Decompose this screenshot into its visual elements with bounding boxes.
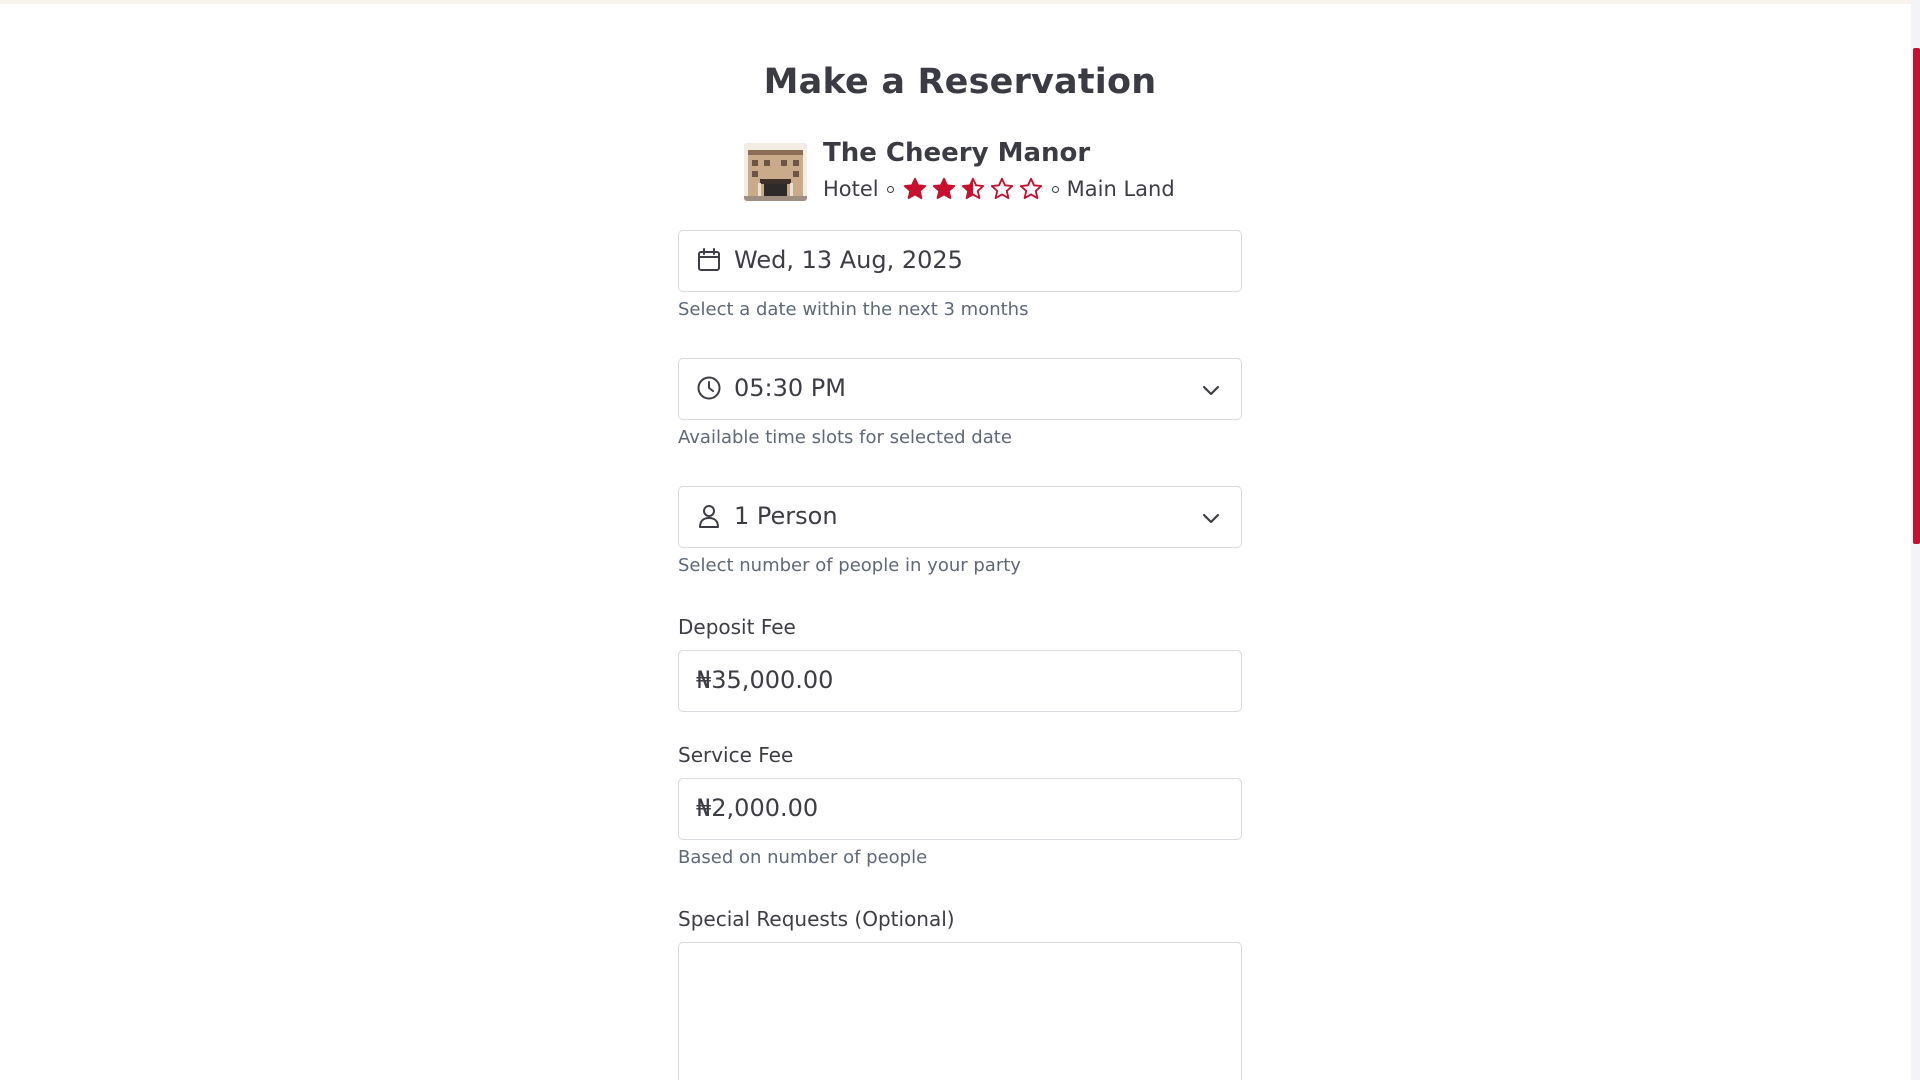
reservation-page: Make a Reservation The Cheery Manor Hote… <box>0 0 1920 1080</box>
venue-location: Main Land <box>1066 177 1175 201</box>
service-fee-field: ₦2,000.00 <box>678 778 1242 840</box>
deposit-fee-value: ₦35,000.00 <box>696 666 834 694</box>
venue-name: The Cheery Manor <box>823 138 1091 168</box>
party-helper-text: Select number of people in your party <box>678 555 1021 576</box>
star-half-icon <box>961 177 984 200</box>
party-size-value: 1 Person <box>734 502 838 530</box>
star-empty-icon <box>990 177 1013 200</box>
venue-type: Hotel <box>823 177 879 201</box>
service-fee-helper-text: Based on number of people <box>678 847 928 868</box>
venue-photo <box>744 143 807 201</box>
venue-meta: Hotel Main Land <box>823 176 1175 202</box>
deposit-fee-field: ₦35,000.00 <box>678 650 1242 712</box>
deposit-fee-label: Deposit Fee <box>678 615 796 639</box>
date-value: Wed, 13 Aug, 2025 <box>734 246 963 274</box>
clock-icon <box>697 376 721 400</box>
star-empty-icon <box>1019 177 1042 200</box>
party-size-select[interactable]: 1 Person <box>678 486 1242 548</box>
special-requests-label: Special Requests (Optional) <box>678 907 955 931</box>
chevron-down-icon <box>1202 385 1220 396</box>
time-select[interactable]: 05:30 PM <box>678 358 1242 420</box>
separator-dot <box>1051 185 1059 193</box>
date-helper-text: Select a date within the next 3 months <box>678 299 1029 320</box>
top-strip <box>0 0 1920 4</box>
person-icon <box>699 505 719 528</box>
date-picker-field[interactable]: Wed, 13 Aug, 2025 <box>678 230 1242 292</box>
scrollbar-thumb[interactable] <box>1913 48 1920 544</box>
star-rating <box>902 176 1044 202</box>
star-filled-icon <box>932 177 955 200</box>
time-helper-text: Available time slots for selected date <box>678 427 1012 448</box>
calendar-icon <box>698 248 720 271</box>
venue-summary: The Cheery Manor Hotel Main Land <box>744 138 1204 208</box>
page-title: Make a Reservation <box>763 62 1157 102</box>
separator-dot <box>886 185 894 193</box>
chevron-down-icon <box>1202 513 1220 524</box>
star-filled-icon <box>903 177 926 200</box>
special-requests-textarea[interactable] <box>678 942 1242 1080</box>
service-fee-label: Service Fee <box>678 743 794 767</box>
service-fee-value: ₦2,000.00 <box>696 794 819 822</box>
time-value: 05:30 PM <box>734 374 846 402</box>
